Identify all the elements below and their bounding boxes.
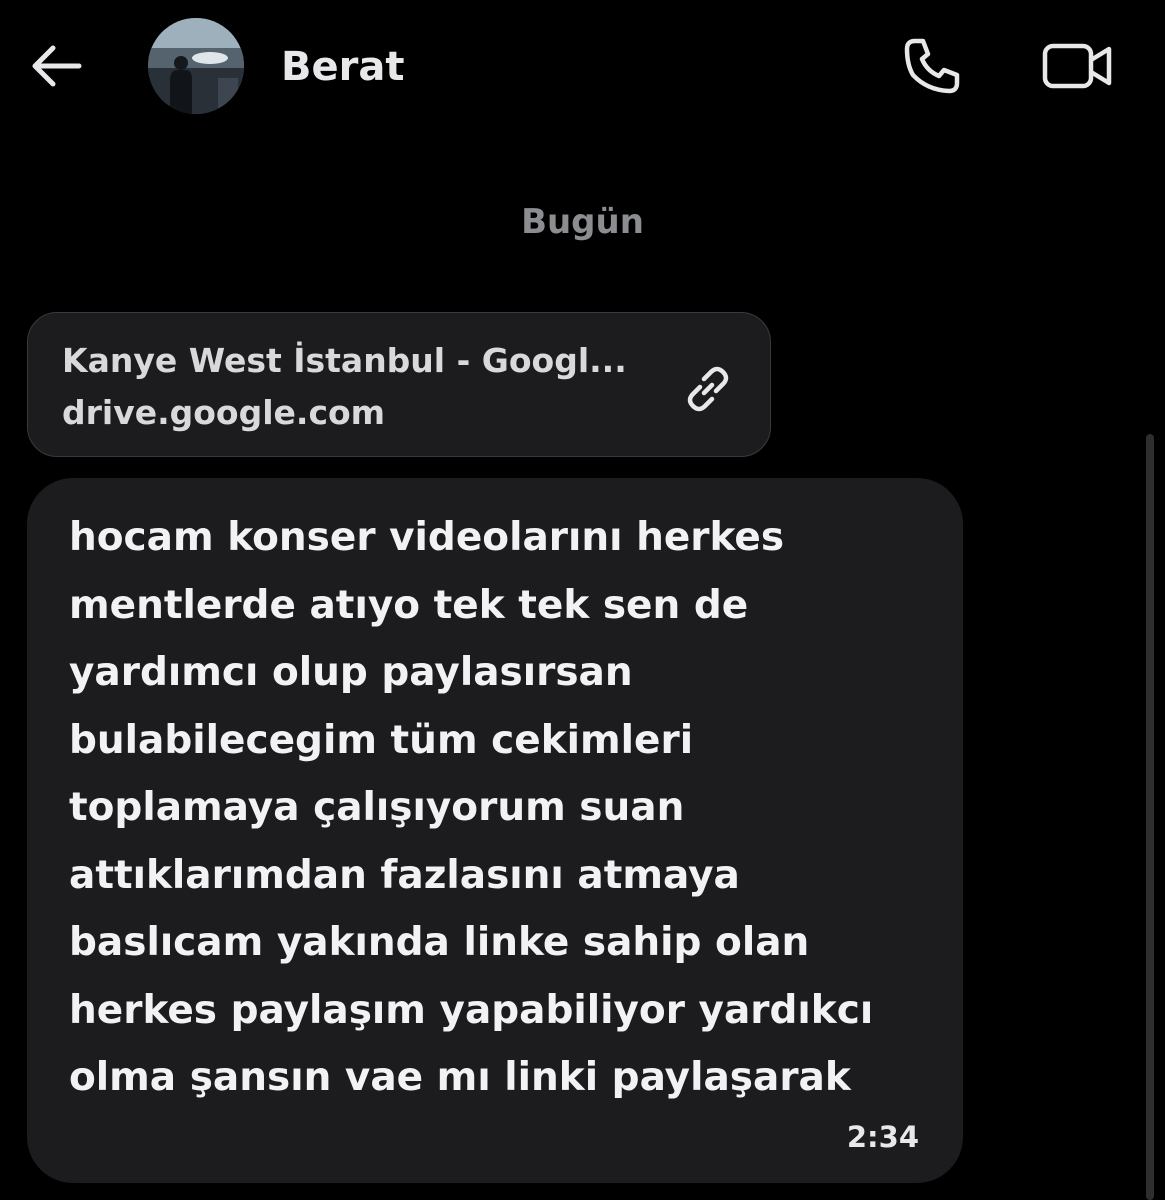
conversation-header: Berat bbox=[0, 0, 1165, 140]
link-preview-title: Kanye West İstanbul - Googl... bbox=[62, 341, 627, 380]
message-line: baslıcam yakında linke sahip olan bbox=[69, 920, 810, 965]
message-line: hocam konser videolarını herkes bbox=[69, 515, 785, 560]
contact-name[interactable]: Berat bbox=[281, 40, 404, 94]
message-line: herkes paylaşım yapabiliyor yardıkcı bbox=[69, 987, 874, 1033]
message-line: yardımcı olup paylasırsan bbox=[69, 650, 633, 695]
back-button[interactable] bbox=[24, 36, 88, 100]
link-icon bbox=[678, 359, 738, 419]
link-preview-card[interactable]: Kanye West İstanbul - Googl... drive.goo… bbox=[27, 312, 771, 457]
link-preview-domain: drive.google.com bbox=[62, 393, 386, 432]
message-text: hocam konser videolarını herkes mentlerd… bbox=[69, 504, 939, 1112]
message-line: mentlerde atıyo tek tek sen de bbox=[69, 582, 749, 628]
message-line: bulabilecegim tüm cekimleri bbox=[69, 717, 694, 763]
avatar[interactable] bbox=[148, 18, 244, 114]
message-timestamp: 2:34 bbox=[846, 1120, 919, 1154]
arrow-left-icon bbox=[29, 44, 83, 92]
video-camera-icon bbox=[1042, 40, 1114, 96]
phone-icon bbox=[901, 35, 963, 101]
message-line: olma şansın vae mı linki paylaşarak bbox=[69, 1055, 851, 1100]
message-line: toplamaya çalışıyorum suan bbox=[69, 785, 685, 830]
message-line: attıklarımdan fazlasını atmaya bbox=[69, 852, 740, 898]
scrollbar[interactable] bbox=[1146, 434, 1154, 1200]
voice-call-button[interactable] bbox=[898, 34, 966, 102]
message-bubble[interactable]: hocam konser videolarını herkes mentlerd… bbox=[27, 478, 963, 1183]
video-call-button[interactable] bbox=[1040, 34, 1116, 102]
date-separator: Bugün bbox=[521, 202, 644, 242]
